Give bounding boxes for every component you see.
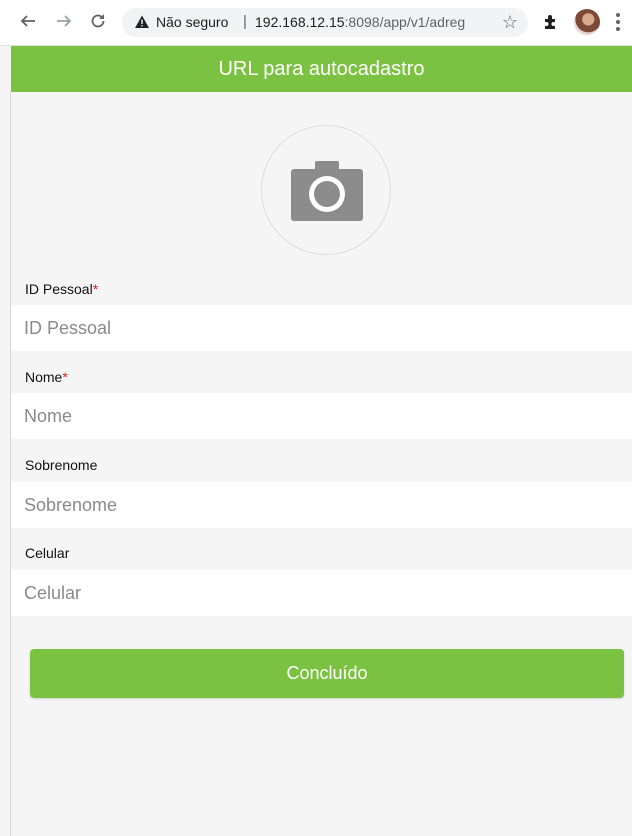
photo-upload-button[interactable] xyxy=(261,125,391,255)
back-arrow-icon[interactable] xyxy=(16,9,40,33)
sobrenome-input[interactable] xyxy=(11,482,632,528)
nome-label-text: Nome xyxy=(25,369,63,385)
page-left-border xyxy=(10,92,11,836)
extensions-puzzle-icon[interactable] xyxy=(541,12,561,32)
warning-icon[interactable] xyxy=(134,14,150,30)
address-bar[interactable]: Não seguro | 192.168.12.15:8098/app/v1/a… xyxy=(122,8,528,37)
bookmark-star-icon[interactable]: ☆ xyxy=(502,12,518,33)
concluido-button[interactable]: Concluído xyxy=(30,649,624,698)
reload-icon[interactable] xyxy=(86,9,110,33)
id-pessoal-input[interactable] xyxy=(11,305,632,351)
sobrenome-label-text: Sobrenome xyxy=(25,457,98,473)
id-pessoal-label: ID Pessoal* xyxy=(25,281,98,297)
camera-icon xyxy=(291,161,363,221)
nome-label: Nome* xyxy=(25,369,68,385)
celular-label: Celular xyxy=(25,545,69,561)
forward-arrow-icon[interactable] xyxy=(52,9,76,33)
url-host: 192.168.12.15 xyxy=(255,14,345,30)
id-pessoal-label-text: ID Pessoal xyxy=(25,281,93,297)
required-asterisk: * xyxy=(92,281,99,297)
page-title: URL para autocadastro xyxy=(218,57,425,80)
profile-avatar[interactable] xyxy=(574,9,600,35)
menu-dots-icon[interactable] xyxy=(612,10,624,34)
page-header: URL para autocadastro xyxy=(11,46,632,92)
celular-label-text: Celular xyxy=(25,545,70,561)
url-path: :8098/app/v1/adreg xyxy=(344,14,466,30)
required-asterisk: * xyxy=(62,369,68,385)
nome-input[interactable] xyxy=(11,393,632,439)
celular-input[interactable] xyxy=(11,570,632,616)
browser-toolbar: Não seguro | 192.168.12.15:8098/app/v1/a… xyxy=(0,0,632,46)
security-status-text: Não seguro xyxy=(156,14,229,30)
url-text: 192.168.12.15:8098/app/v1/adreg xyxy=(255,14,475,30)
omnibox-divider: | xyxy=(243,13,247,30)
sobrenome-label: Sobrenome xyxy=(25,457,97,473)
